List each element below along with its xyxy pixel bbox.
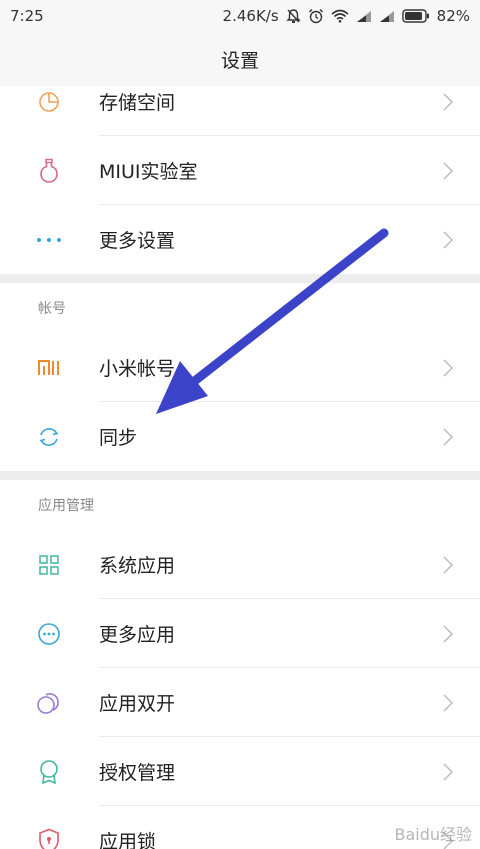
settings-item-system-apps[interactable]: 系统应用 [0,530,480,599]
chevron-right-icon [443,92,454,111]
title-bar: 设置 [0,32,480,87]
settings-item-label: 更多设置 [99,230,176,252]
chevron-right-icon [443,693,454,712]
chevron-right-icon [443,624,454,643]
chevron-right-icon [443,161,454,180]
watermark: Baidu经验 [394,825,472,844]
permission-badge-icon [36,759,62,785]
screen: 7:25 2.46K/s 82% 设置 存储空间 MIUI实验室 更多设置 帐号… [0,0,480,849]
chevron-right-icon [443,230,454,249]
status-bar: 7:25 2.46K/s 82% [0,0,480,32]
storage-icon [36,89,62,115]
section-header-account: 帐号 [0,283,480,333]
battery-percent: 82% [436,7,470,25]
settings-item-label: 小米帐号 [99,358,176,380]
settings-group-system: 存储空间 MIUI实验室 更多设置 [0,86,480,274]
settings-item-label: 同步 [99,427,138,449]
signal-icon [356,10,372,23]
settings-item-label: 应用双开 [99,693,176,715]
sync-icon [36,424,62,450]
section-header-apps: 应用管理 [0,480,480,530]
status-right-group: 2.46K/s 82% [223,7,470,25]
settings-item-storage[interactable]: 存储空间 [0,86,480,136]
signal-icon [379,10,395,23]
status-time: 7:25 [10,7,44,25]
settings-item-more-apps[interactable]: 更多应用 [0,599,480,668]
chevron-right-icon [443,555,454,574]
alarm-icon [308,8,324,24]
settings-item-miui-lab[interactable]: MIUI实验室 [0,136,480,205]
settings-list[interactable]: 存储空间 MIUI实验室 更多设置 帐号 小米帐号 同步 应用管理 系统应用 更… [0,86,480,849]
lab-flask-icon [36,158,62,184]
chevron-right-icon [443,427,454,446]
settings-item-label: 更多应用 [99,624,176,646]
settings-item-label: 应用锁 [99,831,157,849]
grid-icon [36,552,62,578]
chevron-right-icon [443,358,454,377]
page-title: 设置 [220,49,259,72]
settings-item-dual-apps[interactable]: 应用双开 [0,668,480,737]
dual-apps-icon [36,690,62,716]
chevron-right-icon [443,762,454,781]
section-gap [0,471,480,480]
more-dots-icon [36,227,62,253]
settings-item-label: MIUI实验室 [99,161,198,183]
settings-item-label: 授权管理 [99,762,176,784]
battery-icon [401,9,430,23]
settings-item-more-settings[interactable]: 更多设置 [0,205,480,274]
settings-item-label: 存储空间 [99,92,176,114]
settings-item-label: 系统应用 [99,555,176,577]
mute-icon [285,8,301,24]
settings-item-mi-account[interactable]: 小米帐号 [0,333,480,402]
mi-logo-icon [36,355,62,381]
network-speed: 2.46K/s [222,7,279,25]
settings-group-apps: 应用管理 系统应用 更多应用 应用双开 授权管理 应用锁 [0,480,480,849]
app-lock-icon [36,828,62,849]
settings-item-permissions[interactable]: 授权管理 [0,737,480,806]
section-gap [0,274,480,283]
settings-item-sync[interactable]: 同步 [0,402,480,471]
settings-group-account: 帐号 小米帐号 同步 [0,283,480,471]
wifi-icon [331,9,349,23]
more-apps-icon [36,621,62,647]
